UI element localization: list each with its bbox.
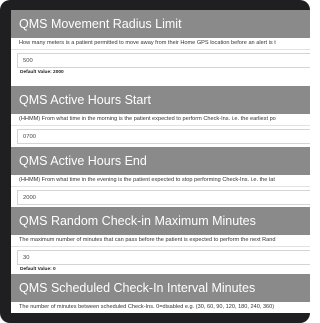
setting-title: QMS Scheduled Check-In Interval Minutes <box>11 274 310 302</box>
setting-scheduled-checkin-interval: QMS Scheduled Check-In Interval Minutes … <box>11 274 310 313</box>
setting-random-checkin-max-minutes: QMS Random Check-in Maximum Minutes The … <box>11 207 310 273</box>
setting-title: QMS Random Check-in Maximum Minutes <box>11 207 310 235</box>
setting-title: QMS Movement Radius Limit <box>11 10 310 38</box>
active-hours-start-input[interactable] <box>17 129 310 144</box>
default-value-label: Default Value: 2000 <box>20 70 64 75</box>
settings-screen: QMS Movement Radius Limit How many meter… <box>11 10 310 313</box>
setting-description: (HHMM) From what time in the evening is … <box>11 175 310 187</box>
setting-active-hours-end: QMS Active Hours End (HHMM) From what ti… <box>11 147 310 205</box>
setting-description: The number of minutes between scheduled … <box>11 302 310 313</box>
setting-description: (HHMM) From what time in the morning is … <box>11 114 310 126</box>
setting-movement-radius-limit: QMS Movement Radius Limit How many meter… <box>11 10 310 76</box>
movement-radius-input[interactable] <box>17 53 310 68</box>
setting-description: How many meters is a patient permitted t… <box>11 38 310 50</box>
random-checkin-max-input[interactable] <box>17 250 310 265</box>
setting-title: QMS Active Hours Start <box>11 86 310 114</box>
active-hours-end-input[interactable] <box>17 190 310 205</box>
device-frame: QMS Movement Radius Limit How many meter… <box>0 0 310 323</box>
default-value-label: Default Value: 0 <box>20 267 56 272</box>
setting-description: The maximum number of minutes that can p… <box>11 235 310 247</box>
setting-active-hours-start: QMS Active Hours Start (HHMM) From what … <box>11 86 310 144</box>
setting-title: QMS Active Hours End <box>11 147 310 175</box>
